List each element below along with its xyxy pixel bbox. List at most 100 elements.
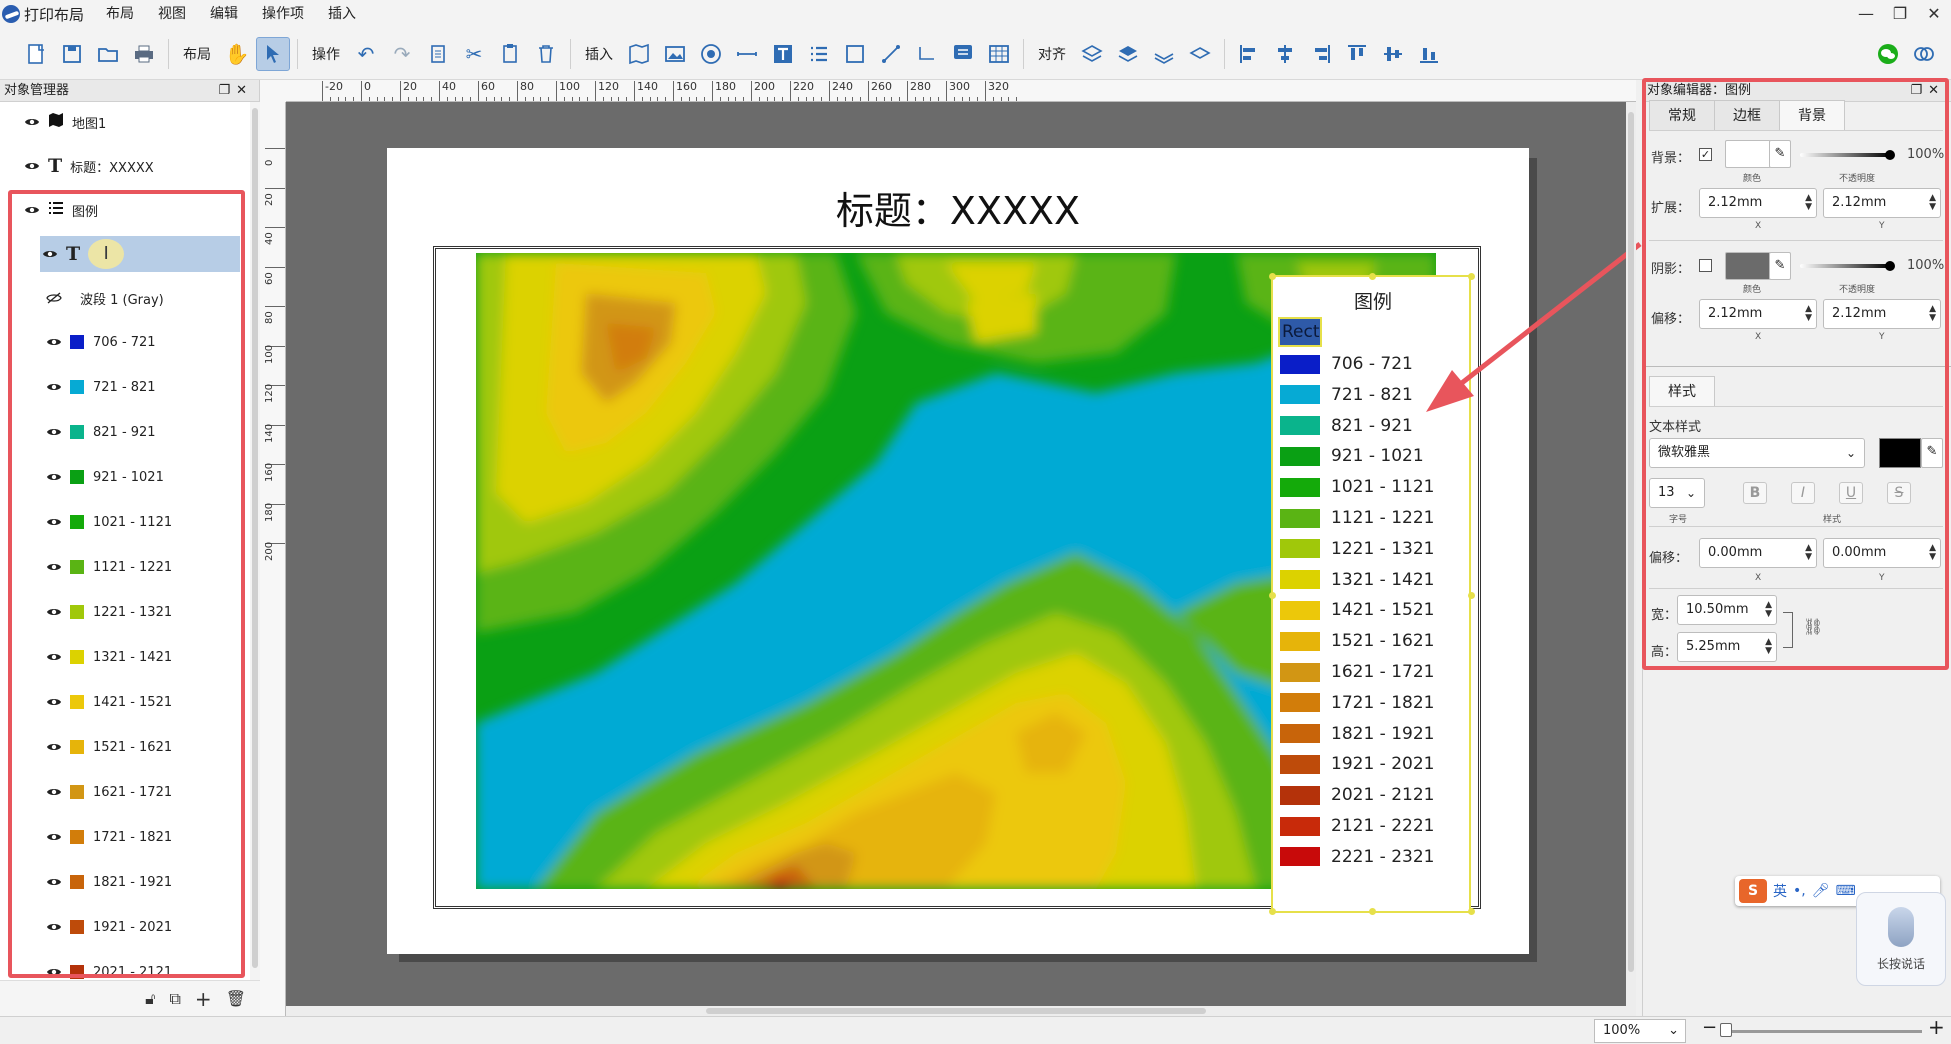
legend-entry-label: 2121 - 2221 xyxy=(1331,816,1435,836)
insert-table-icon[interactable] xyxy=(982,37,1016,71)
legend-entry[interactable]: 1921 - 2021 xyxy=(1280,753,1434,775)
legend-entry[interactable]: 721 - 821 xyxy=(1280,384,1413,406)
insert-map-icon[interactable] xyxy=(622,37,656,71)
legend-entry[interactable]: 1621 - 1721 xyxy=(1280,661,1434,683)
ruler-minor-tick xyxy=(704,97,706,101)
minimize-icon[interactable]: — xyxy=(1849,0,1883,28)
ruler-minor-tick xyxy=(602,97,604,101)
send-back-icon[interactable] xyxy=(1183,37,1217,71)
cut-icon[interactable]: ✂ xyxy=(457,37,491,71)
legend-entry-label: 1021 - 1121 xyxy=(1331,477,1435,498)
insert-line-icon[interactable] xyxy=(874,37,908,71)
redo-icon[interactable]: ↷ xyxy=(385,37,419,71)
ruler-label: 0 xyxy=(264,159,275,166)
legend-entry[interactable]: 821 - 921 xyxy=(1280,415,1413,437)
insert-globe-icon[interactable] xyxy=(694,37,728,71)
zoom-out-button[interactable]: − xyxy=(1702,1017,1717,1038)
legend-entry[interactable]: 1521 - 1621 xyxy=(1280,630,1434,652)
resize-handle[interactable] xyxy=(1269,273,1276,280)
tree-item[interactable]: 地图1 xyxy=(22,104,106,140)
undo-icon[interactable]: ↶ xyxy=(349,37,383,71)
microphone-icon[interactable]: 🎤︎ xyxy=(1812,883,1830,899)
voice-input-widget[interactable]: 长按说话 xyxy=(1856,892,1946,986)
menu-view[interactable]: 视图 xyxy=(146,0,198,28)
legend-entry[interactable]: 2221 - 2321 xyxy=(1280,846,1434,868)
page-title[interactable]: 标题：XXXXX xyxy=(387,180,1529,235)
paste-icon[interactable] xyxy=(493,37,527,71)
legend-entry[interactable]: 1121 - 1221 xyxy=(1280,507,1434,529)
legend-entry[interactable]: 1721 - 1821 xyxy=(1280,692,1434,714)
lower-layer-icon[interactable] xyxy=(1111,37,1145,71)
zoom-slider[interactable] xyxy=(1722,1030,1922,1033)
zoom-in-button[interactable]: + xyxy=(1928,1015,1945,1039)
align-center-h-icon[interactable] xyxy=(1268,37,1302,71)
close-icon[interactable]: ✕ xyxy=(1917,0,1951,28)
zoom-select[interactable]: 100% ⌄ xyxy=(1594,1019,1686,1043)
insert-rectangle-icon[interactable] xyxy=(838,37,872,71)
print-icon[interactable] xyxy=(127,37,161,71)
ruler-minor-tick xyxy=(548,97,550,101)
legend-entry[interactable]: 1221 - 1321 xyxy=(1280,538,1434,560)
resize-handle[interactable] xyxy=(1269,592,1276,599)
link-rings-icon[interactable] xyxy=(1907,37,1941,71)
insert-callout-icon[interactable] xyxy=(946,37,980,71)
raise-layer-icon[interactable] xyxy=(1075,37,1109,71)
keyboard-icon[interactable]: ⌨︎ xyxy=(1836,883,1856,899)
lock-icon[interactable]: 🔓︎ xyxy=(145,989,155,1009)
legend-entry[interactable]: 706 - 721 xyxy=(1280,353,1413,375)
ime-language[interactable]: 英 xyxy=(1773,881,1787,901)
legend-entry[interactable]: 1321 - 1421 xyxy=(1280,569,1434,591)
tree-item[interactable]: T 标题：XXXXX xyxy=(22,148,154,184)
resize-handle[interactable] xyxy=(1468,908,1475,915)
insert-scalebar-icon[interactable] xyxy=(730,37,764,71)
insert-legend-icon[interactable] xyxy=(802,37,836,71)
align-center-v-icon[interactable] xyxy=(1376,37,1410,71)
bring-front-icon[interactable] xyxy=(1147,37,1181,71)
legend-entry[interactable]: 2121 - 2221 xyxy=(1280,815,1434,837)
delete-icon[interactable]: 🗑︎ xyxy=(226,989,246,1008)
resize-handle[interactable] xyxy=(1269,908,1276,915)
select-arrow-icon[interactable] xyxy=(256,36,290,71)
align-bottom-icon[interactable] xyxy=(1412,37,1446,71)
zoom-slider-thumb[interactable] xyxy=(1720,1023,1732,1037)
add-icon[interactable]: + xyxy=(195,987,212,1011)
new-layout-icon[interactable] xyxy=(19,37,53,71)
legend-entry[interactable]: 2021 - 2121 xyxy=(1280,784,1434,806)
menu-layout[interactable]: 布局 xyxy=(94,0,146,28)
resize-handle[interactable] xyxy=(1468,592,1475,599)
legend-entry[interactable]: 1421 - 1521 xyxy=(1280,599,1434,621)
align-left-icon[interactable] xyxy=(1232,37,1266,71)
tree-scrollbar[interactable] xyxy=(250,102,260,982)
open-icon[interactable] xyxy=(91,37,125,71)
panel-controls[interactable]: ❐✕ xyxy=(218,80,259,101)
legend-rect-label[interactable]: Rect xyxy=(1278,317,1322,347)
align-right-icon[interactable] xyxy=(1304,37,1338,71)
resize-handle[interactable] xyxy=(1369,273,1376,280)
legend-entry[interactable]: 921 - 1021 xyxy=(1280,445,1424,467)
eye-icon[interactable] xyxy=(22,115,42,129)
menu-edit[interactable]: 编辑 xyxy=(198,0,250,28)
insert-text-icon[interactable] xyxy=(766,37,800,71)
zoom-value: 100% xyxy=(1603,1023,1641,1038)
pan-hand-icon[interactable]: ✋ xyxy=(220,37,254,71)
legend-entry[interactable]: 1021 - 1121 xyxy=(1280,476,1434,498)
ruler-minor-tick xyxy=(1016,97,1018,101)
insert-image-icon[interactable] xyxy=(658,37,692,71)
wechat-icon[interactable] xyxy=(1871,37,1905,71)
menu-insert[interactable]: 插入 xyxy=(316,0,368,28)
restore-icon[interactable]: ❐ xyxy=(1883,0,1917,28)
insert-polyline-icon[interactable] xyxy=(910,37,944,71)
ruler-tick xyxy=(517,81,518,101)
canvas-vertical-scrollbar[interactable] xyxy=(1626,102,1636,1006)
copy-icon[interactable]: ⧉ xyxy=(169,989,180,1009)
canvas-horizontal-scrollbar[interactable] xyxy=(286,1006,1636,1016)
eye-icon[interactable] xyxy=(22,159,42,173)
delete-icon[interactable] xyxy=(529,37,563,71)
legend-entry[interactable]: 1821 - 1921 xyxy=(1280,723,1434,745)
resize-handle[interactable] xyxy=(1369,908,1376,915)
save-icon[interactable] xyxy=(55,37,89,71)
menu-operations[interactable]: 操作项 xyxy=(250,0,316,28)
copy-doc-icon[interactable] xyxy=(421,37,455,71)
align-top-icon[interactable] xyxy=(1340,37,1374,71)
punctuation-icon[interactable]: •, xyxy=(1793,883,1806,899)
